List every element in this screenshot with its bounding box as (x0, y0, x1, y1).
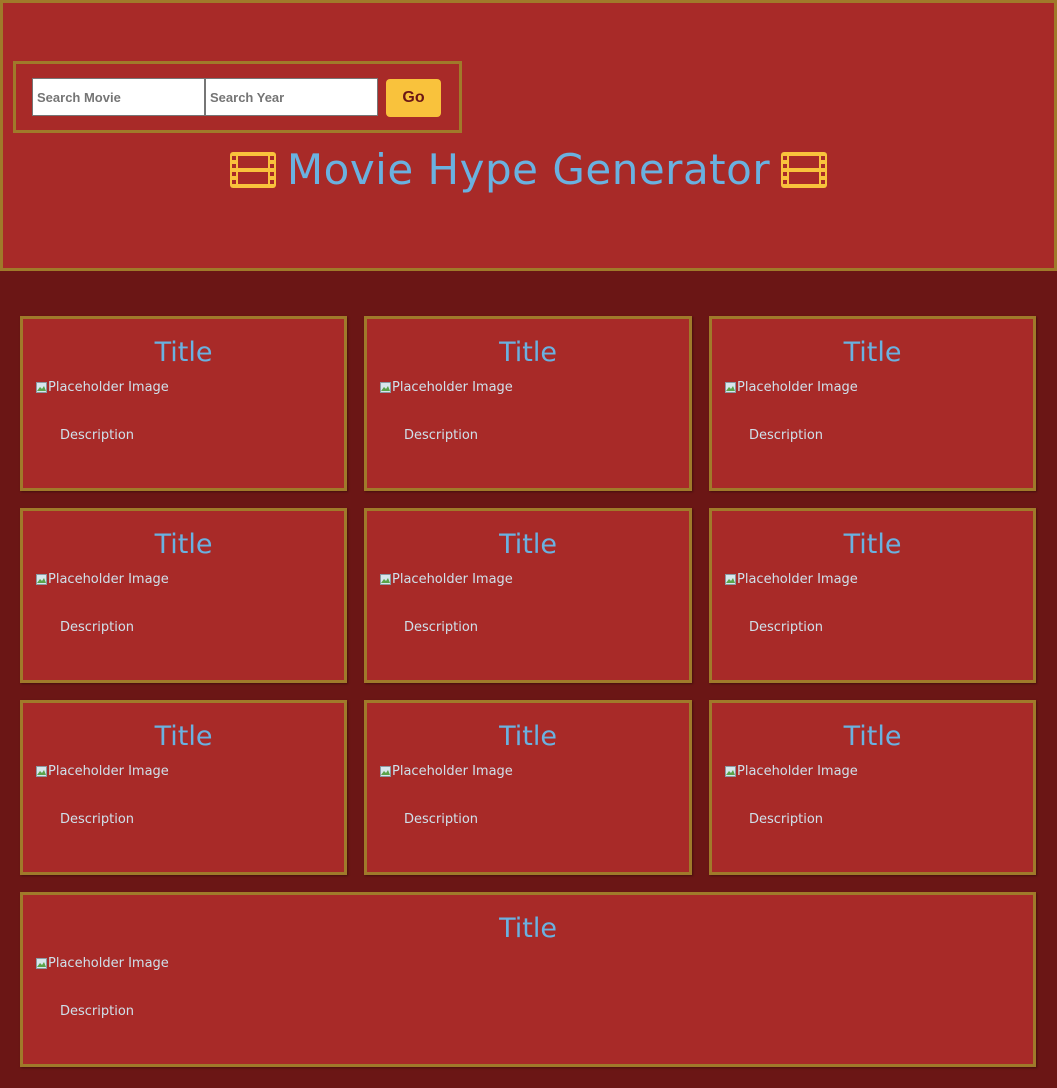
go-button[interactable]: Go (386, 79, 441, 117)
header: Go Movie Hype Generator (0, 0, 1057, 271)
movie-card[interactable]: Title Placeholder Image Description (709, 700, 1036, 875)
page-title-text: Movie Hype Generator (286, 145, 771, 194)
card-description: Description (60, 620, 135, 635)
movie-card[interactable]: Title Placeholder Image Description (20, 508, 347, 683)
card-image-alt: Placeholder Image (392, 380, 513, 395)
movie-card[interactable]: Title Placeholder Image Description (364, 508, 692, 683)
card-description: Description (60, 1004, 135, 1019)
card-image: Placeholder Image (36, 956, 169, 971)
card-description: Description (60, 428, 135, 443)
search-year-input[interactable] (205, 78, 378, 116)
card-image: Placeholder Image (36, 572, 169, 587)
card-image: Placeholder Image (380, 380, 513, 395)
card-image: Placeholder Image (36, 764, 169, 779)
card-title: Title (499, 913, 557, 944)
card-image-alt: Placeholder Image (48, 764, 169, 779)
broken-image-icon (36, 958, 47, 969)
search-movie-input[interactable] (32, 78, 205, 116)
card-image: Placeholder Image (380, 572, 513, 587)
search-form: Go (13, 61, 462, 133)
movie-card[interactable]: Title Placeholder Image Description (20, 316, 347, 491)
broken-image-icon (36, 574, 47, 585)
card-title: Title (154, 721, 213, 752)
movie-card[interactable]: Title Placeholder Image Description (20, 892, 1036, 1067)
card-description: Description (404, 428, 479, 443)
card-title: Title (843, 529, 902, 560)
card-title: Title (499, 721, 557, 752)
card-title: Title (499, 337, 557, 368)
broken-image-icon (36, 382, 47, 393)
card-title: Title (843, 337, 902, 368)
page-title: Movie Hype Generator (3, 141, 1054, 204)
card-image-alt: Placeholder Image (737, 764, 858, 779)
broken-image-icon (380, 574, 391, 585)
movie-card[interactable]: Title Placeholder Image Description (364, 316, 692, 491)
card-image: Placeholder Image (725, 380, 858, 395)
card-description: Description (404, 812, 479, 827)
card-description: Description (60, 812, 135, 827)
card-image-alt: Placeholder Image (392, 764, 513, 779)
card-title: Title (154, 529, 213, 560)
card-image: Placeholder Image (380, 764, 513, 779)
movie-card[interactable]: Title Placeholder Image Description (364, 700, 692, 875)
card-image-alt: Placeholder Image (48, 956, 169, 971)
card-image-alt: Placeholder Image (392, 572, 513, 587)
card-image: Placeholder Image (36, 380, 169, 395)
card-title: Title (154, 337, 213, 368)
card-image-alt: Placeholder Image (737, 572, 858, 587)
card-description: Description (749, 812, 824, 827)
movie-card[interactable]: Title Placeholder Image Description (709, 316, 1036, 491)
broken-image-icon (725, 574, 736, 585)
card-description: Description (404, 620, 479, 635)
broken-image-icon (380, 382, 391, 393)
movie-card[interactable]: Title Placeholder Image Description (709, 508, 1036, 683)
card-description: Description (749, 620, 824, 635)
card-image-alt: Placeholder Image (48, 572, 169, 587)
card-image: Placeholder Image (725, 572, 858, 587)
card-title: Title (499, 529, 557, 560)
film-strip-icon (780, 146, 828, 204)
broken-image-icon (36, 766, 47, 777)
card-image-alt: Placeholder Image (48, 380, 169, 395)
broken-image-icon (725, 766, 736, 777)
card-description: Description (749, 428, 824, 443)
movie-card[interactable]: Title Placeholder Image Description (20, 700, 347, 875)
film-strip-icon (229, 146, 277, 204)
card-image: Placeholder Image (725, 764, 858, 779)
broken-image-icon (725, 382, 736, 393)
broken-image-icon (380, 766, 391, 777)
card-title: Title (843, 721, 902, 752)
card-image-alt: Placeholder Image (737, 380, 858, 395)
